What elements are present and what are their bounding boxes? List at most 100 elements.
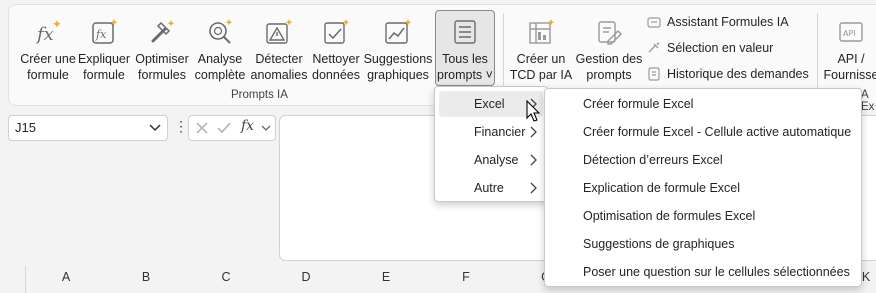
api-providers-label-1: API / [837, 52, 865, 66]
submenu-item-label: Créer formule Excel [583, 97, 694, 111]
name-box-value: J15 [15, 120, 36, 135]
insert-function-icon[interactable]: fx [241, 118, 254, 134]
api-icon: API [836, 17, 866, 47]
magnifier-sparkle-icon [205, 17, 235, 47]
manage-prompts-label-2: prompts [586, 68, 632, 82]
pivot-table-icon [526, 17, 556, 47]
api-providers-button[interactable]: API API / Fournisse [821, 7, 876, 89]
request-history-button[interactable]: Historique des demandes [647, 64, 809, 84]
clean-data-label-2: données [312, 68, 360, 82]
detect-anomalies-button[interactable]: Détecter anomalies [249, 7, 309, 89]
excel-submenu: Créer formule Excel Créer formule Excel … [544, 88, 862, 287]
explain-formula-label-1: Expliquer [77, 52, 131, 66]
all-prompts-button[interactable]: Tous les prompts ˅ [435, 10, 495, 86]
column-header[interactable]: B [106, 266, 187, 293]
request-history-label: Historique des demandes [667, 67, 809, 81]
submenu-item-label: Poser une question sur le cellules sélec… [583, 265, 850, 279]
submenu-item-label: Créer formule Excel - Cellule active aut… [583, 125, 852, 139]
submenu-item-label: Suggestions de graphiques [583, 237, 735, 251]
history-icon [648, 67, 660, 81]
menu-item-label: Excel [474, 97, 505, 111]
optimize-formulas-button[interactable]: Optimiser formules [133, 7, 191, 89]
create-formula-label-1: Créer une [20, 52, 76, 66]
ribbon-separator-2 [817, 13, 818, 91]
selection-to-value-button[interactable]: Sélection en valeur [647, 38, 773, 58]
optimize-formulas-label-1: Optimiser [135, 52, 189, 66]
chart-suggestions-button[interactable]: Suggestions graphiques [363, 7, 433, 89]
submenu-item-ask-question[interactable]: Poser une question sur le cellules sélec… [545, 259, 861, 285]
formula-controls: fx [188, 115, 276, 141]
full-analysis-label-1: Analyse [197, 52, 243, 66]
mouse-cursor-icon [526, 100, 540, 122]
more-options-icon[interactable]: ⋮ [174, 118, 188, 135]
manage-prompts-button[interactable]: Gestion des prompts [573, 7, 645, 89]
chevron-down-icon[interactable] [149, 123, 161, 133]
chevron-right-icon [530, 182, 537, 194]
create-pivot-label-2: TCD par IA [509, 68, 573, 82]
column-header[interactable]: D [266, 266, 347, 293]
optimize-formulas-label-2: formules [138, 68, 186, 82]
menu-item-label: Analyse [474, 153, 519, 167]
assistant-icon [647, 17, 661, 28]
ai-formula-assistant-button[interactable]: Assistant Formules IA [647, 12, 789, 32]
name-box[interactable]: J15 [8, 115, 168, 141]
enter-check-icon[interactable] [217, 121, 231, 135]
submenu-item-create-formula[interactable]: Créer formule Excel [545, 91, 861, 117]
submenu-item-label: Optimisation de formules Excel [583, 209, 756, 223]
submenu-item-label: Détection d’erreurs Excel [583, 153, 723, 167]
select-all-corner[interactable] [8, 266, 26, 293]
full-analysis-label-2: complète [194, 68, 246, 82]
selection-to-value-label: Sélection en valeur [667, 41, 774, 55]
submenu-item-error-detection[interactable]: Détection d’erreurs Excel [545, 147, 861, 173]
ai-formula-assistant-label: Assistant Formules IA [667, 15, 789, 29]
chevron-right-icon [530, 154, 537, 166]
menu-item-label: Financier [474, 125, 526, 139]
svg-text:API: API [843, 29, 856, 38]
submenu-item-create-formula-auto[interactable]: Créer formule Excel - Cellule active aut… [545, 119, 861, 145]
group-label-partial: A Ex [861, 89, 875, 113]
column-header[interactable]: C [186, 266, 267, 293]
column-header[interactable]: F [426, 266, 507, 293]
submenu-item-optimize-formulas[interactable]: Optimisation de formules Excel [545, 203, 861, 229]
clean-data-label-1: Nettoyer [312, 52, 360, 66]
create-pivot-label-1: Créer un [516, 52, 566, 66]
clean-data-icon [321, 17, 351, 47]
submenu-item-label: Explication de formule Excel [583, 181, 741, 195]
svg-text:fx: fx [95, 28, 107, 41]
submenu-item-chart-suggestions[interactable]: Suggestions de graphiques [545, 231, 861, 257]
chevron-down-icon[interactable] [261, 124, 271, 132]
warning-triangle-icon [264, 17, 294, 47]
column-header[interactable]: A [26, 266, 107, 293]
fx-box-sparkle-icon: fx [89, 17, 119, 47]
menu-item-analyse[interactable]: Analyse [439, 147, 543, 173]
fx-sparkle-icon: fx [33, 17, 63, 47]
full-analysis-button[interactable]: Analyse complète [193, 7, 247, 89]
cancel-icon[interactable] [195, 121, 209, 135]
submenu-item-explain-formula[interactable]: Explication de formule Excel [545, 175, 861, 201]
all-prompts-label-2: prompts ˅ [437, 68, 493, 82]
create-formula-button[interactable]: fx Créer une formule [17, 7, 79, 89]
menu-item-label: Autre [474, 181, 504, 195]
manage-prompts-label-1: Gestion des [575, 52, 643, 66]
clean-data-button[interactable]: Nettoyer données [311, 7, 361, 89]
menu-item-autre[interactable]: Autre [439, 175, 543, 201]
svg-text:fx: fx [35, 24, 54, 45]
magic-wand-icon [147, 17, 177, 47]
chart-suggestions-label-2: graphiques [367, 68, 429, 82]
create-pivot-button[interactable]: Créer un TCD par IA [509, 7, 573, 89]
selection-value-icon [648, 42, 660, 53]
detect-anomalies-label-2: anomalies [250, 68, 308, 82]
detect-anomalies-label-1: Détecter [255, 52, 303, 66]
explain-formula-label-2: formule [83, 68, 125, 82]
group-label-prompts-ia: Prompts IA [231, 89, 288, 101]
api-providers-label-2: Fournisse [823, 68, 876, 82]
prompt-list-icon [450, 17, 480, 47]
line-chart-icon [383, 17, 413, 47]
menu-item-financier[interactable]: Financier [439, 119, 543, 145]
create-formula-label-2: formule [27, 68, 69, 82]
explain-formula-button[interactable]: fx Expliquer formule [77, 7, 131, 89]
column-header[interactable]: E [346, 266, 427, 293]
chevron-right-icon [530, 126, 537, 138]
chart-suggestions-label-1: Suggestions [363, 52, 433, 66]
ribbon-separator [503, 13, 504, 91]
